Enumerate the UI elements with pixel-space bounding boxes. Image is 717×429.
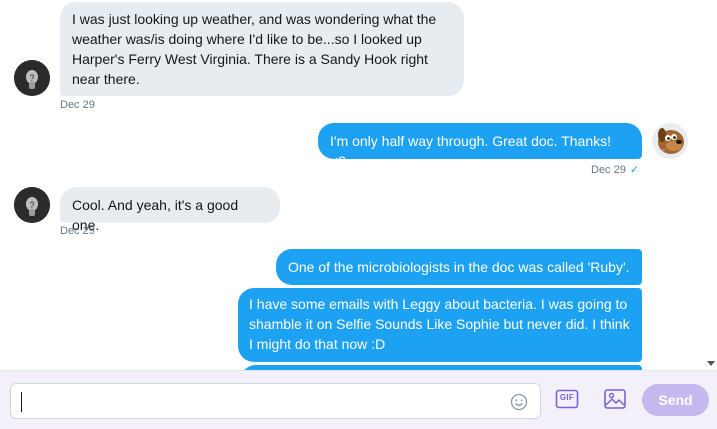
message-bubble-outgoing: I have some emails with Leggy about bact… (238, 288, 642, 362)
message-bubble-outgoing: I'm only half way through. Great doc. Th… (318, 123, 642, 169)
message-input-wrapper[interactable] (10, 383, 541, 419)
read-check-icon: ✓ (629, 164, 640, 176)
message-text: Cool. And yeah, it's a good one. (72, 197, 239, 233)
smiley-icon[interactable] (510, 393, 528, 411)
message-text: I'm only half way through. Great doc. Th… (330, 133, 611, 169)
svg-text:?: ? (29, 200, 34, 210)
send-button[interactable]: Send (642, 384, 709, 416)
timestamp: Dec 29 ✓ (591, 164, 640, 176)
gif-button[interactable]: GIF (555, 387, 579, 411)
timestamp: Dec 29 (60, 99, 95, 111)
image-icon (604, 389, 626, 409)
scrollbar[interactable] (705, 0, 717, 370)
text-caret (21, 392, 22, 412)
outgoing-avatar[interactable] (652, 123, 688, 159)
message-thread[interactable]: I was just looking up weather, and was w… (0, 0, 717, 370)
dark-avatar-icon: ? (14, 187, 50, 223)
scrollbar-thumb[interactable] (708, 0, 714, 350)
message-bubble-incoming: I was just looking up weather, and was w… (60, 2, 464, 96)
dark-avatar-icon: ? (14, 60, 50, 96)
gif-label: GIF (559, 393, 575, 402)
svg-text:?: ? (29, 73, 34, 83)
timestamp: Dec 29 (60, 225, 95, 237)
image-button[interactable] (603, 387, 627, 411)
message-bubble-incoming: Cool. And yeah, it's a good one. (60, 187, 280, 233)
scooby-dog-avatar-icon (652, 123, 688, 159)
message-text: I have some emails with Leggy about bact… (249, 296, 630, 352)
incoming-avatar[interactable]: ? (14, 60, 50, 96)
incoming-avatar[interactable]: ? (14, 187, 50, 223)
message-input[interactable] (19, 388, 499, 414)
message-text: One of the microbiologists in the doc wa… (288, 259, 630, 275)
message-bubble-outgoing: One of the microbiologists in the doc wa… (276, 249, 642, 285)
message-text: I was just looking up weather, and was w… (72, 11, 437, 87)
compose-bar: GIF Send (0, 370, 717, 429)
scroll-down-arrow-icon[interactable] (707, 361, 715, 366)
